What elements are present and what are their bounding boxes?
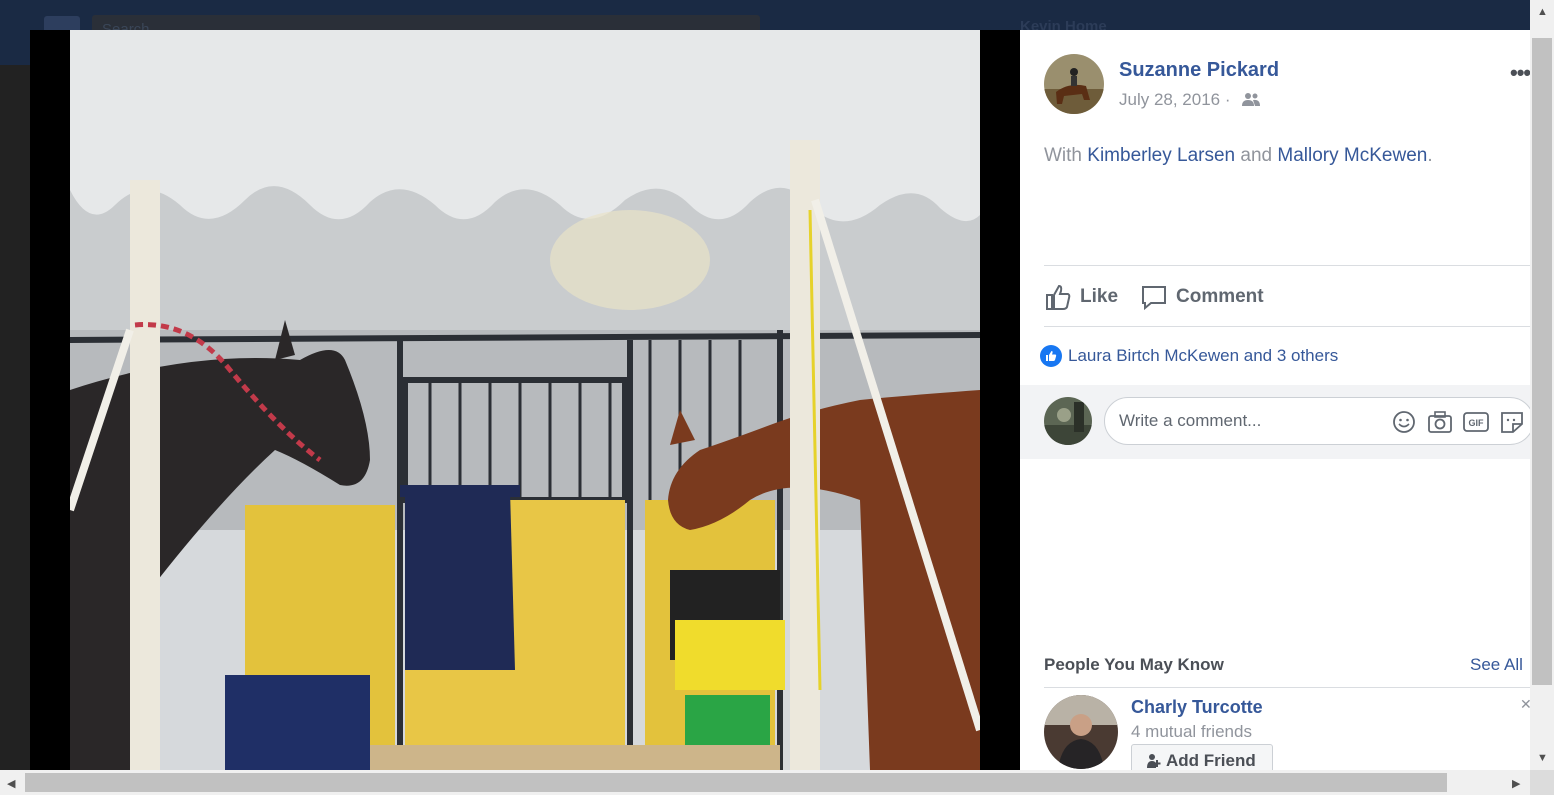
background-dim — [0, 65, 30, 770]
like-reaction-icon — [1040, 345, 1062, 367]
horizontal-scroll-thumb[interactable] — [25, 773, 1447, 792]
tagged-and: and — [1240, 145, 1273, 166]
post-photo[interactable] — [70, 30, 980, 770]
scroll-down-arrow-icon[interactable]: ▼ — [1537, 752, 1548, 764]
composer-icons: GIF — [1391, 410, 1525, 434]
tagged-person-1[interactable]: Kimberley Larsen — [1087, 145, 1235, 166]
tagged-period: . — [1427, 145, 1433, 166]
like-icon — [1046, 284, 1071, 310]
reactions-summary[interactable]: Laura Birtch McKewen and 3 others — [1040, 345, 1338, 367]
vertical-scroll-thumb[interactable] — [1532, 38, 1552, 685]
add-friend-label: Add Friend — [1166, 751, 1256, 770]
scrollbar-corner — [1530, 770, 1554, 795]
comment-composer: Write a comment... GIF — [1020, 385, 1530, 459]
sticker-icon[interactable] — [1499, 410, 1525, 434]
comment-button[interactable]: Comment — [1140, 283, 1264, 311]
scroll-right-arrow-icon[interactable]: ▶ — [1512, 777, 1520, 790]
post-panel: Suzanne Pickard July 28, 2016 · ••• With… — [1020, 30, 1530, 770]
user-avatar[interactable] — [1044, 397, 1092, 445]
divider — [1044, 687, 1530, 688]
divider — [1044, 265, 1530, 266]
mutual-friends[interactable]: 4 mutual friends — [1131, 722, 1252, 742]
suggested-person-name[interactable]: Charly Turcotte — [1131, 697, 1263, 718]
suggested-person-avatar[interactable] — [1044, 695, 1118, 769]
like-button[interactable]: Like — [1044, 283, 1118, 311]
tagged-line: With Kimberley Larsen and Mallory McKewe… — [1044, 145, 1433, 167]
scroll-up-arrow-icon[interactable]: ▲ — [1537, 6, 1548, 18]
dismiss-icon[interactable]: ✕ — [1520, 696, 1530, 713]
comment-icon — [1142, 286, 1166, 311]
divider — [1044, 326, 1530, 327]
tagged-person-2[interactable]: Mallory McKewen — [1277, 145, 1427, 166]
pymk-title: People You May Know — [1044, 655, 1224, 674]
see-all-link[interactable]: See All — [1470, 655, 1523, 675]
add-friend-icon — [1147, 754, 1161, 768]
reactions-text: Laura Birtch McKewen and 3 others — [1068, 346, 1339, 365]
add-friend-button[interactable]: Add Friend — [1131, 744, 1273, 770]
scroll-left-arrow-icon[interactable]: ◀ — [7, 777, 15, 790]
like-label: Like — [1080, 286, 1119, 307]
more-options-icon[interactable]: ••• — [1510, 60, 1530, 86]
gif-icon[interactable]: GIF — [1463, 410, 1489, 434]
with-prefix: With — [1044, 145, 1082, 166]
friends-icon[interactable] — [1241, 92, 1261, 108]
comment-input[interactable]: Write a comment... GIF — [1104, 397, 1530, 445]
post-date[interactable]: July 28, 2016 · — [1119, 90, 1231, 110]
post-author[interactable]: Suzanne Pickard — [1119, 59, 1279, 82]
camera-icon[interactable] — [1427, 410, 1453, 434]
photo-stage — [30, 30, 1020, 770]
emoji-icon[interactable] — [1391, 410, 1417, 434]
comment-placeholder: Write a comment... — [1119, 411, 1262, 430]
comment-label: Comment — [1176, 286, 1264, 307]
svg-text:GIF: GIF — [1469, 418, 1485, 428]
author-avatar[interactable] — [1044, 54, 1104, 114]
